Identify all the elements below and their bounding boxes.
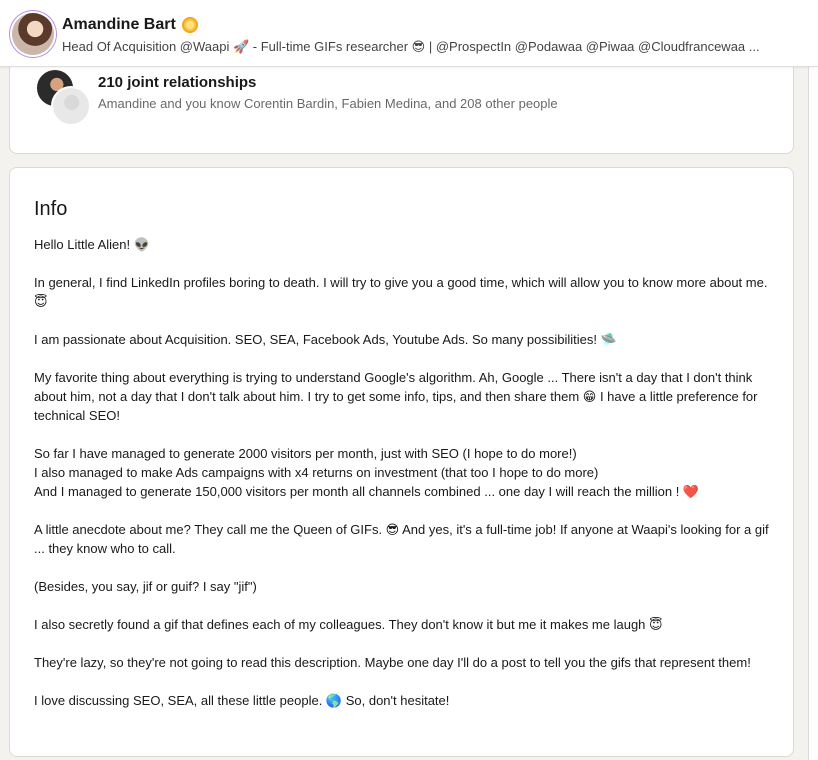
relationship-avatars[interactable]: [35, 68, 91, 126]
profile-sticky-header: Amandine Bart Head Of Acquisition @Waapi…: [0, 0, 818, 67]
info-card: Info Hello Little Alien! 👽 In general, I…: [9, 167, 794, 757]
info-paragraph: I also secretly found a gif that defines…: [34, 617, 663, 632]
info-paragraph: So far I have managed to generate 2000 v…: [34, 446, 700, 499]
info-description: Hello Little Alien! 👽 In general, I find…: [34, 235, 774, 729]
relationship-avatar-2[interactable]: [51, 86, 91, 126]
right-rail: [808, 66, 818, 760]
info-paragraph: I am passionate about Acquisition. SEO, …: [34, 332, 617, 347]
joint-relationships-subtitle: Amandine and you know Corentin Bardin, F…: [98, 96, 558, 111]
info-paragraph: (Besides, you say, jif or guif? I say "j…: [34, 579, 257, 594]
info-paragraph: They're lazy, so they're not going to re…: [34, 655, 751, 670]
info-paragraph: My favorite thing about everything is tr…: [34, 370, 758, 423]
joint-relationships-title[interactable]: 210 joint relationships: [98, 74, 256, 91]
info-paragraph: A little anecdote about me? They call me…: [34, 522, 769, 556]
info-paragraph: Hello Little Alien! 👽: [34, 237, 150, 252]
sun-badge-icon: [181, 17, 198, 33]
profile-name[interactable]: Amandine Bart: [62, 16, 176, 34]
info-paragraph: In general, I find LinkedIn profiles bor…: [34, 275, 768, 309]
info-paragraph: I love discussing SEO, SEA, all these li…: [34, 693, 450, 708]
profile-name-row: Amandine Bart: [62, 16, 198, 34]
profile-headline: Head Of Acquisition @Waapi 🚀 - Full-time…: [62, 39, 760, 54]
info-section-title: Info: [34, 198, 68, 220]
profile-avatar[interactable]: [12, 13, 54, 55]
